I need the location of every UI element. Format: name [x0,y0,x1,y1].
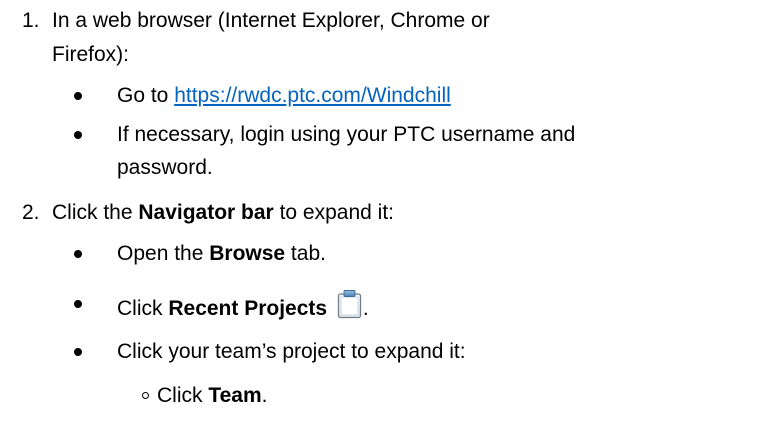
bullet-icon [74,250,82,258]
clipboard-icon [337,290,362,319]
bullet-icon [74,348,82,356]
sub-bullet-icon [142,392,149,399]
instructions-document: 1. In a web browser (Internet Explorer, … [0,0,778,436]
bullet-icon [74,300,82,308]
step-2-bullet-3: Click your team’s project to expand it: [117,340,466,363]
bullet-icon [74,92,82,100]
step-1-bullet-2-line-2: password. [117,156,213,179]
step-2-text: Click the Navigator bar to expand it: [52,201,394,224]
step-1-text-line-1: In a web browser (Internet Explorer, Chr… [52,9,490,32]
navigator-bar-label: Navigator bar [138,201,274,224]
browse-tab-label: Browse [209,242,286,265]
step-number-1: 1. [22,9,40,32]
goto-prefix: Go to [117,84,175,107]
step-1-bullet-1: Go to https://rwdc.ptc.com/Windchill [117,81,451,111]
step-1-text-line-2: Firefox): [52,43,130,66]
step-number-2: 2. [22,201,40,224]
windchill-link[interactable]: https://rwdc.ptc.com/Windchill [174,84,451,107]
step-1-bullet-2-line-1: If necessary, login using your PTC usern… [117,123,576,146]
recent-projects-label: Recent Projects [168,297,328,320]
team-label: Team [208,384,262,407]
step-2-subitem-1: Click Team. [157,384,268,407]
step-2-bullet-2: Click Recent Projects . [117,289,369,324]
step-2-bullet-1: Open the Browse tab. [117,242,326,265]
bullet-icon [74,131,82,139]
